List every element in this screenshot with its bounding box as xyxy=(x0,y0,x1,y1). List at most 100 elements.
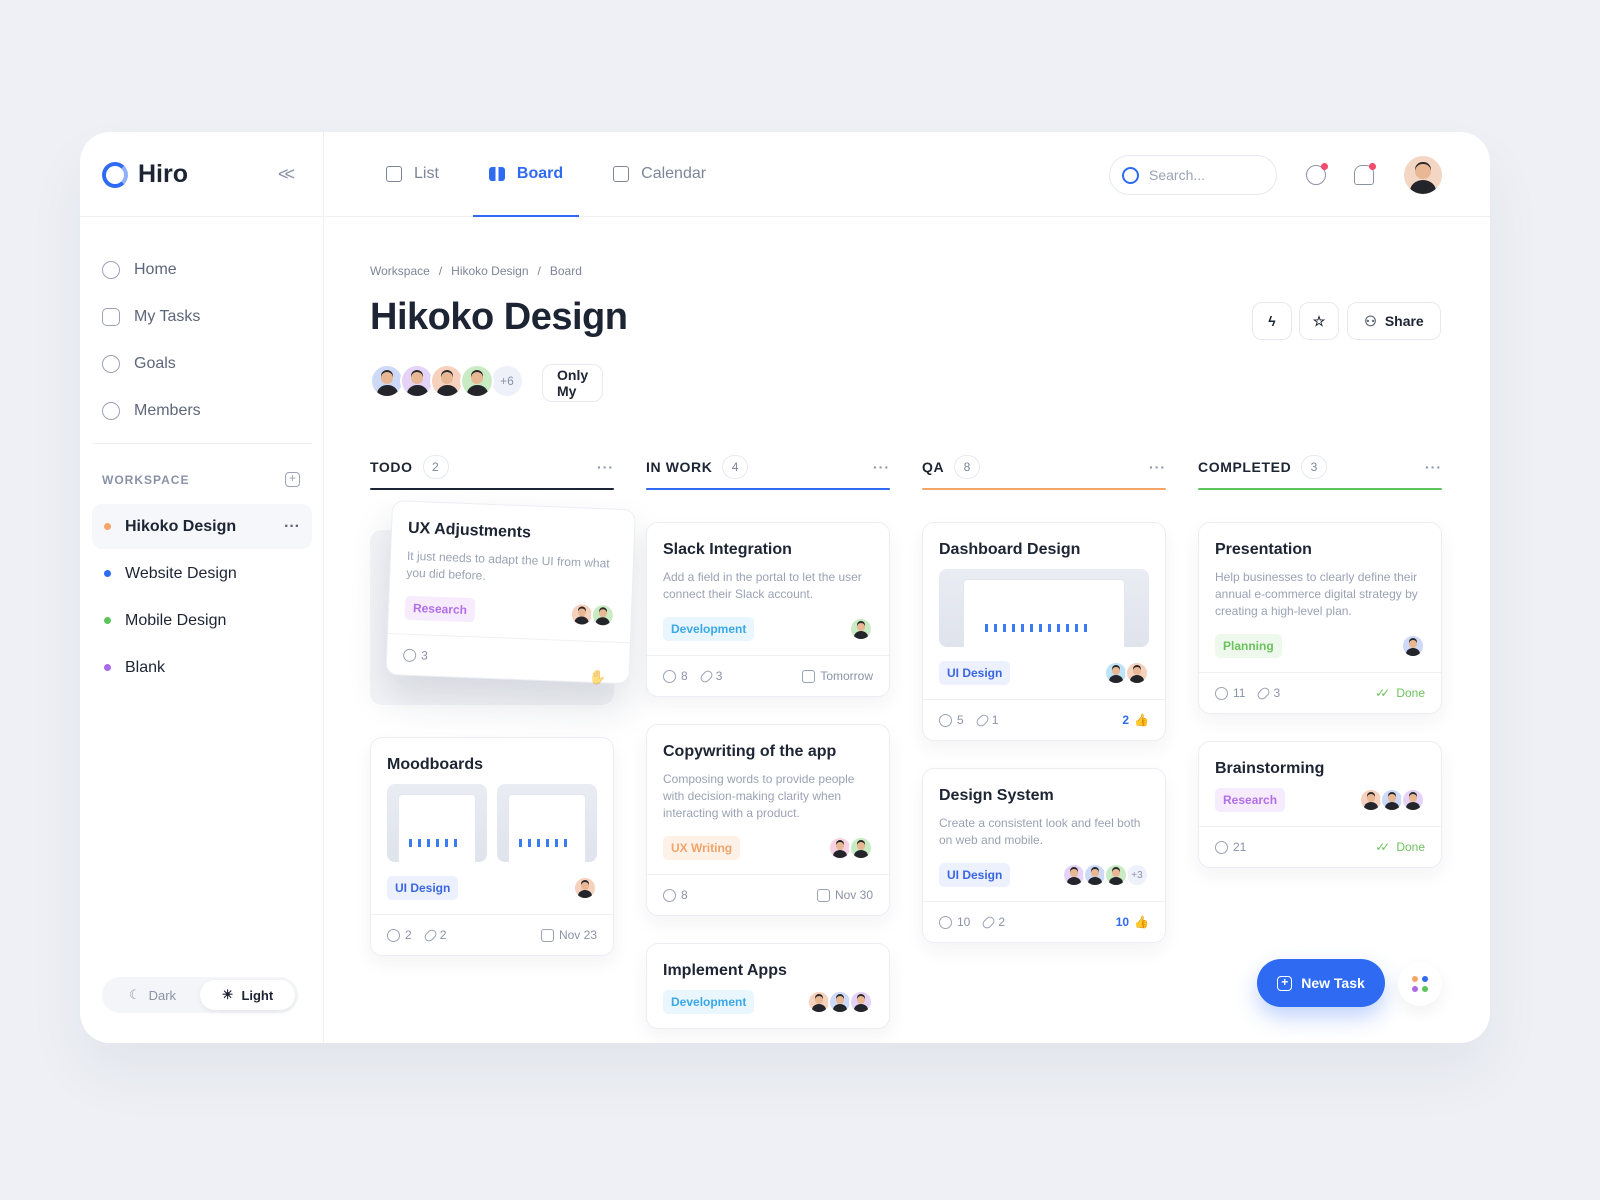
card-footer: 2 2 Nov 23 xyxy=(371,914,613,955)
workspace-item[interactable]: Website Design xyxy=(92,551,312,596)
more-options-icon[interactable]: ··· xyxy=(597,459,614,475)
chat-icon[interactable] xyxy=(1306,163,1328,185)
tag-badge: Research xyxy=(404,595,476,623)
user-avatar[interactable] xyxy=(1402,154,1444,196)
card-title: Slack Integration xyxy=(663,541,792,558)
tab-calendar[interactable]: Calendar xyxy=(597,132,722,216)
task-card[interactable]: Design System Create a consistent look an… xyxy=(922,768,1166,943)
board-icon xyxy=(488,167,505,181)
comments-count[interactable]: 8 xyxy=(663,669,688,683)
attachment-thumbnail[interactable] xyxy=(939,569,1149,647)
member-avatars[interactable]: +6 xyxy=(370,364,524,398)
more-options-icon[interactable]: ··· xyxy=(873,459,890,475)
add-workspace-icon[interactable]: + xyxy=(285,472,300,487)
new-task-button[interactable]: + New Task xyxy=(1257,959,1385,1007)
attachment-thumbnail[interactable] xyxy=(497,784,597,862)
comments-count[interactable]: 5 xyxy=(939,713,964,727)
favorite-button[interactable]: ☆ xyxy=(1299,302,1339,340)
more-options-icon[interactable]: ··· xyxy=(284,518,300,536)
moon-icon: ☾ xyxy=(128,987,141,1002)
task-card[interactable]: UX Adjustments It just needs to adapt the… xyxy=(385,500,636,685)
link-icon xyxy=(422,927,438,943)
comment-count-value: 21 xyxy=(1233,840,1247,854)
avatar xyxy=(849,990,873,1014)
attachments-count[interactable]: 3 xyxy=(698,668,722,684)
search-box[interactable] xyxy=(1109,155,1277,195)
notification-dot xyxy=(1321,163,1328,170)
collapse-sidebar-icon[interactable]: << xyxy=(278,164,295,185)
tab-board[interactable]: Board xyxy=(472,132,580,217)
card-body: Brainstorming Research xyxy=(1199,742,1441,826)
attachments-count[interactable]: 1 xyxy=(974,712,998,728)
apps-grid-button[interactable] xyxy=(1398,962,1442,1006)
workspace-list: Hikoko Design ··· Website Design Mobile Des… xyxy=(92,504,312,692)
search-input[interactable] xyxy=(1149,167,1259,183)
assignee-avatars[interactable] xyxy=(1359,788,1425,812)
tag-badge: UI Design xyxy=(939,661,1011,685)
status-done: ✓✓ Done xyxy=(1375,840,1425,854)
tag-badge: UX Writing xyxy=(663,836,741,860)
sidebar-item-goals[interactable]: Goals xyxy=(102,340,201,387)
users-icon: ⚇ xyxy=(1364,312,1377,329)
column-header: COMPLETED 3 ··· xyxy=(1198,452,1442,488)
tab-list[interactable]: List xyxy=(370,132,455,216)
attachments-count[interactable]: 2 xyxy=(422,927,446,943)
sidebar-item-my-tasks[interactable]: My Tasks xyxy=(102,293,201,340)
assignee-avatars[interactable] xyxy=(1104,661,1149,685)
workspace-item[interactable]: Mobile Design xyxy=(92,598,312,643)
comments-count[interactable]: 3 xyxy=(402,648,428,663)
logo[interactable]: Hiro xyxy=(102,160,188,189)
assignee-avatars[interactable] xyxy=(1401,634,1425,658)
assignee-avatars[interactable] xyxy=(828,836,873,860)
assignee-avatars[interactable] xyxy=(849,617,873,641)
likes-count[interactable]: 10 👍 xyxy=(1116,915,1149,929)
comments-count[interactable]: 11 xyxy=(1215,686,1245,700)
bell-icon[interactable] xyxy=(1354,163,1376,185)
task-card[interactable]: Presentation Help businesses to clearly d… xyxy=(1198,522,1442,714)
avatar xyxy=(849,617,873,641)
card-description: Create a consistent look and feel both o… xyxy=(939,816,1141,847)
assignee-avatars[interactable]: +3 xyxy=(1062,863,1149,887)
avatar xyxy=(1125,661,1149,685)
task-card[interactable]: Slack Integration Add a field in the port… xyxy=(646,522,890,697)
automation-button[interactable]: ϟ xyxy=(1252,302,1292,340)
assignee-avatars[interactable] xyxy=(807,990,873,1014)
comment-icon xyxy=(663,888,676,902)
assignee-avatars[interactable] xyxy=(569,602,616,628)
more-options-icon[interactable]: ··· xyxy=(1425,459,1442,475)
comments-count[interactable]: 10 xyxy=(939,915,970,929)
attachments-count[interactable]: 2 xyxy=(981,914,1005,930)
workspace-label: Mobile Design xyxy=(125,611,227,629)
share-button[interactable]: ⚇ Share xyxy=(1347,302,1441,340)
likes-count[interactable]: 2 👍 xyxy=(1122,713,1149,727)
workspace-item[interactable]: Blank xyxy=(92,645,312,690)
comments-count[interactable]: 21 xyxy=(1215,840,1246,854)
breadcrumb-board[interactable]: Board xyxy=(550,264,582,278)
sidebar-item-home[interactable]: Home xyxy=(102,246,201,293)
sidebar-item-members[interactable]: Members xyxy=(102,387,201,434)
attachment-thumbnail[interactable] xyxy=(387,784,487,862)
column-count: 4 xyxy=(722,455,749,479)
more-options-icon[interactable]: ··· xyxy=(1149,459,1166,475)
link-icon xyxy=(981,914,997,930)
task-card[interactable]: Brainstorming Research 21 ✓✓ Done xyxy=(1198,741,1442,868)
task-card[interactable]: Moodboards UI Design 2 2 Nov 23 xyxy=(370,737,614,956)
attachments-count[interactable]: 3 xyxy=(1256,685,1280,701)
task-card[interactable]: Implement Apps Development xyxy=(646,943,890,1029)
theme-dark-button[interactable]: ☾ Dark xyxy=(105,980,200,1010)
card-footer: 11 3 ✓✓ Done xyxy=(1199,672,1441,713)
comments-count[interactable]: 8 xyxy=(663,888,688,902)
assignee-avatars[interactable] xyxy=(573,876,597,900)
theme-light-button[interactable]: ☀ Light xyxy=(200,980,295,1010)
only-my-filter-button[interactable]: Only My xyxy=(542,364,604,402)
task-card[interactable]: Dashboard Design UI Design 5 1 2 👍 xyxy=(922,522,1166,741)
workspace-item[interactable]: Hikoko Design ··· xyxy=(92,504,312,549)
avatar xyxy=(370,364,404,398)
breadcrumb: Workspace / Hikoko Design / Board xyxy=(370,264,582,278)
breadcrumb-workspace[interactable]: Workspace xyxy=(370,264,430,278)
tab-label: Board xyxy=(516,165,564,182)
task-card[interactable]: Copywriting of the app Composing words to… xyxy=(646,724,890,916)
breadcrumb-project[interactable]: Hikoko Design xyxy=(451,264,528,278)
page-title: Hikoko Design xyxy=(370,296,628,338)
comments-count[interactable]: 2 xyxy=(387,928,412,942)
